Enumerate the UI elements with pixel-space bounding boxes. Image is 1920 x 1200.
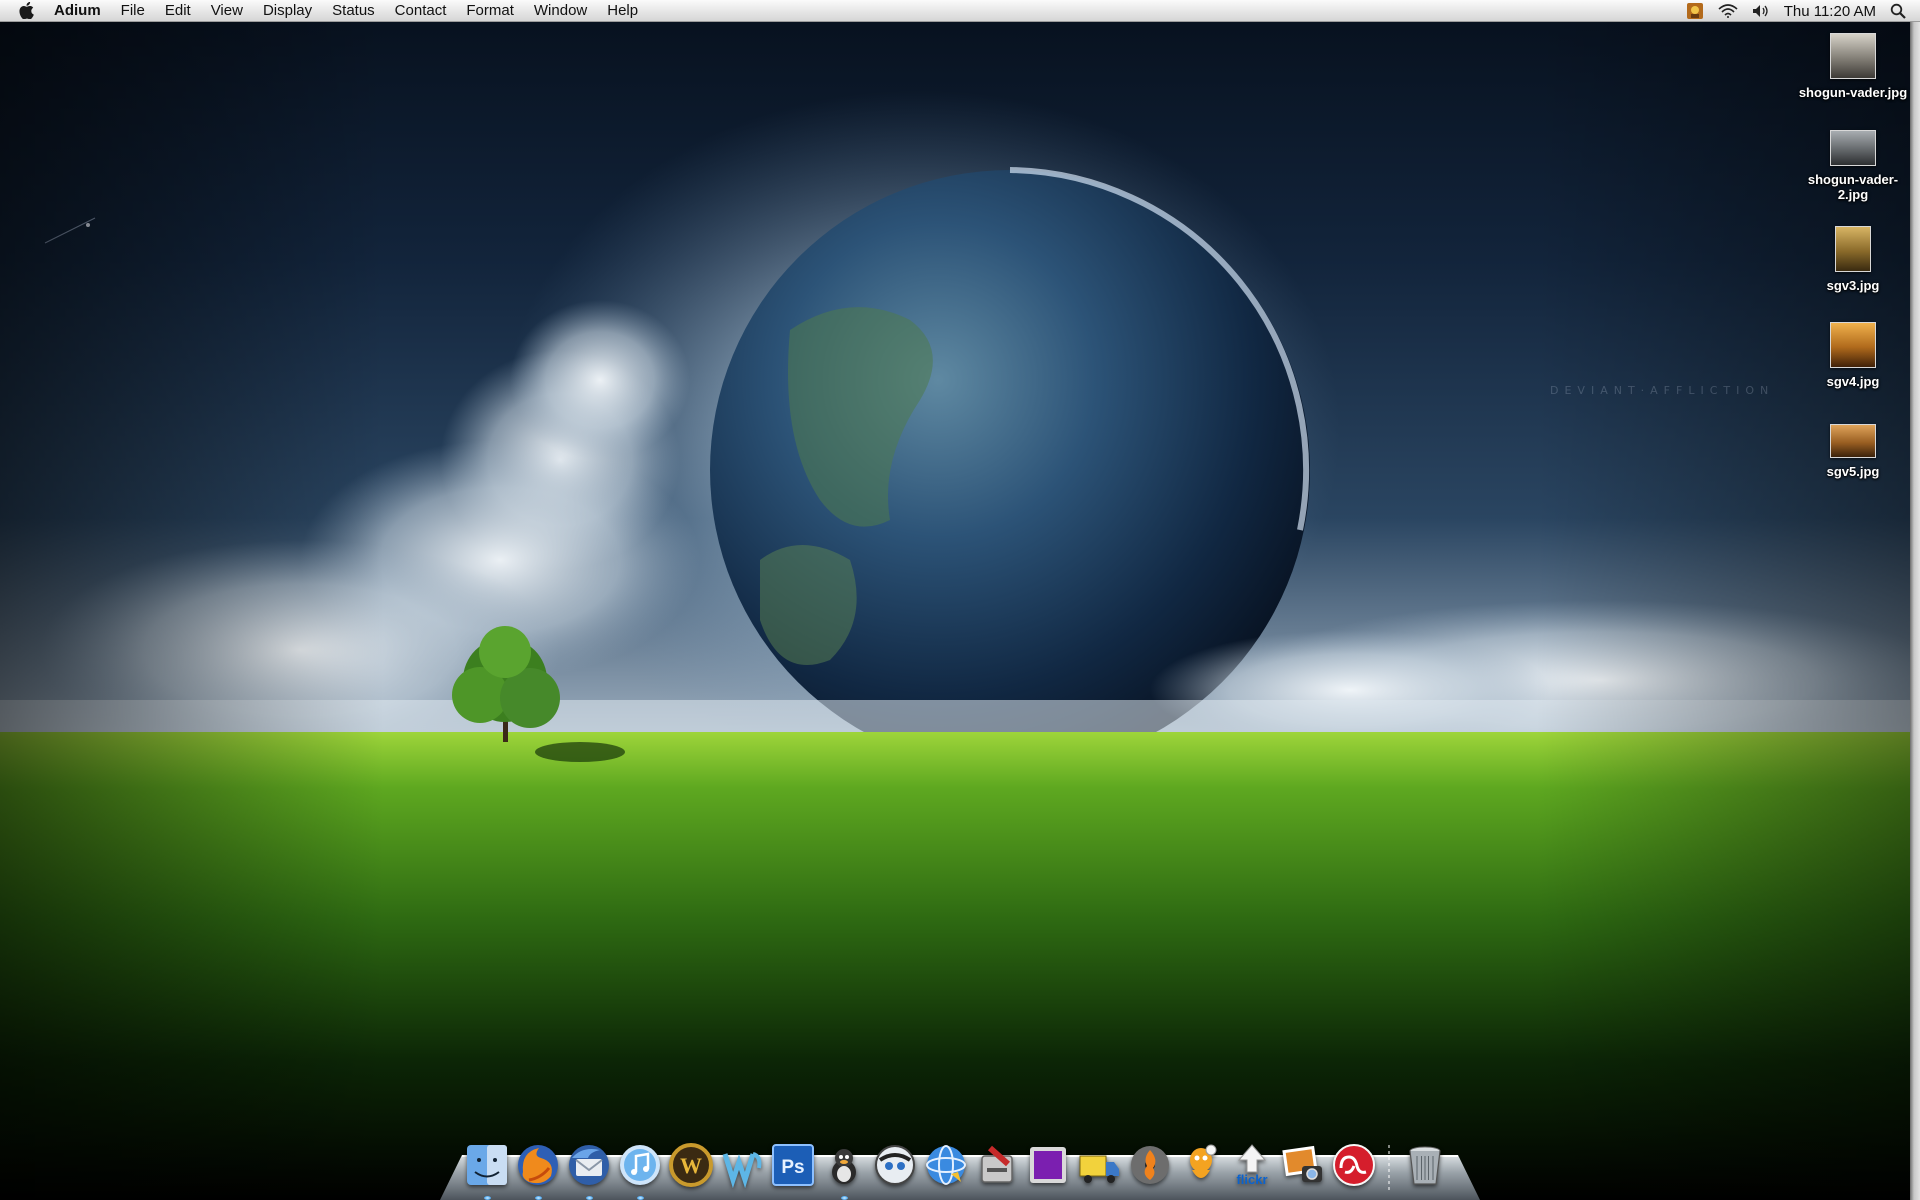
spotlight-search-icon[interactable] — [1890, 0, 1906, 22]
dock-adium[interactable] — [819, 1139, 868, 1200]
dock-trash[interactable] — [1400, 1139, 1449, 1191]
lastfm-icon — [1332, 1144, 1375, 1186]
image-thumbnail — [1835, 226, 1871, 272]
menu-extras: Thu 11:20 AM — [1686, 0, 1920, 22]
running-indicator — [585, 1196, 593, 1200]
photoshop-icon: Ps — [771, 1144, 814, 1186]
menu-app-name[interactable]: Adium — [52, 0, 111, 22]
menu-status[interactable]: Status — [322, 0, 385, 22]
running-indicator — [483, 1196, 491, 1200]
adium-status-icon[interactable] — [1686, 0, 1704, 22]
running-indicator — [636, 1196, 644, 1200]
desktop-file-shogun-vader-2[interactable]: shogun-vader-2.jpg — [1795, 130, 1911, 202]
wallpaper-watermark: DEVIANT·AFFLICTION — [1550, 384, 1775, 397]
menu-bar: Adium File Edit View Display Status Cont… — [0, 0, 1920, 22]
menu-file[interactable]: File — [111, 0, 155, 22]
desktop-file-label: sgv4.jpg — [1826, 374, 1880, 389]
dock: W Ps flickr — [462, 1131, 1464, 1200]
dock-firefox[interactable] — [513, 1139, 562, 1200]
flickr-label: flickr — [1236, 1172, 1267, 1187]
volume-icon[interactable] — [1752, 0, 1770, 22]
menu-display[interactable]: Display — [253, 0, 322, 22]
image-thumbnail — [1830, 130, 1876, 166]
dock-adium-mascot[interactable] — [1176, 1139, 1225, 1191]
desktop-file-label: shogun-vader.jpg — [1798, 85, 1908, 100]
scope-icon — [874, 1145, 915, 1185]
running-indicator — [840, 1196, 848, 1200]
purple-app-icon — [1029, 1147, 1066, 1183]
dock-transmit[interactable] — [1074, 1139, 1123, 1191]
dock-separator — [1388, 1145, 1390, 1191]
menu-format[interactable]: Format — [456, 0, 524, 22]
image-thumbnail — [1830, 424, 1876, 458]
utility-icon — [980, 1145, 1013, 1183]
adium-duck-icon — [831, 1149, 856, 1184]
desktop-file-sgv4[interactable]: sgv4.jpg — [1795, 322, 1911, 389]
dock-utility[interactable] — [972, 1139, 1021, 1191]
adium-mascot-icon — [1189, 1144, 1216, 1178]
flickr-uploadr-icon: flickr — [1236, 1144, 1267, 1187]
ichat-globe-icon — [925, 1145, 966, 1185]
dock-lastfm[interactable] — [1329, 1139, 1378, 1191]
menu-view[interactable]: View — [201, 0, 253, 22]
dock-ichat[interactable] — [921, 1139, 970, 1191]
dock-iphoto[interactable] — [1278, 1139, 1327, 1191]
menu-help[interactable]: Help — [597, 0, 648, 22]
apple-icon — [18, 2, 34, 19]
dock-itunes[interactable] — [615, 1139, 664, 1200]
menu-clock[interactable]: Thu 11:20 AM — [1784, 0, 1876, 22]
dock-photoshop[interactable]: Ps — [768, 1139, 817, 1191]
dock-thunderbird[interactable] — [564, 1139, 613, 1200]
dock-wordpress[interactable] — [717, 1139, 766, 1191]
image-thumbnail — [1830, 33, 1876, 79]
wifi-icon[interactable] — [1718, 0, 1738, 22]
trash-icon — [1408, 1146, 1441, 1185]
running-indicator — [534, 1196, 542, 1200]
desktop-file-label: sgv3.jpg — [1826, 278, 1880, 293]
image-thumbnail — [1830, 322, 1876, 368]
thunderbird-icon — [568, 1145, 609, 1185]
iphoto-icon — [1281, 1145, 1322, 1182]
itunes-icon — [619, 1145, 660, 1185]
dock-scope[interactable] — [870, 1139, 919, 1191]
photoshop-label: Ps — [781, 1157, 804, 1178]
dock-finder[interactable] — [462, 1139, 511, 1200]
dock-world-of-warcraft[interactable]: W — [666, 1139, 715, 1191]
transmit-truck-icon — [1079, 1155, 1119, 1183]
menu-contact[interactable]: Contact — [385, 0, 457, 22]
menu-edit[interactable]: Edit — [155, 0, 201, 22]
desktop-file-label: sgv5.jpg — [1826, 464, 1880, 479]
dock-burn[interactable] — [1125, 1139, 1174, 1191]
dock-purple-app[interactable] — [1023, 1139, 1072, 1191]
offscreen-window-edge[interactable] — [1910, 22, 1920, 1200]
world-of-warcraft-icon: W — [668, 1143, 713, 1187]
desktop-wallpaper — [0, 0, 1920, 1200]
menu-window[interactable]: Window — [524, 0, 597, 22]
burn-icon — [1130, 1146, 1169, 1184]
desktop-file-sgv3[interactable]: sgv3.jpg — [1795, 226, 1911, 293]
desktop-file-label: shogun-vader-2.jpg — [1807, 172, 1899, 202]
svg-text:W: W — [680, 1153, 702, 1178]
desktop-file-sgv5[interactable]: sgv5.jpg — [1795, 424, 1911, 479]
firefox-icon — [517, 1145, 558, 1185]
wordpress-icon — [722, 1152, 761, 1188]
desktop-file-shogun-vader[interactable]: shogun-vader.jpg — [1795, 33, 1911, 100]
dock-flickr-uploadr[interactable]: flickr — [1227, 1139, 1276, 1191]
apple-menu[interactable] — [0, 0, 52, 22]
finder-icon — [466, 1145, 507, 1185]
